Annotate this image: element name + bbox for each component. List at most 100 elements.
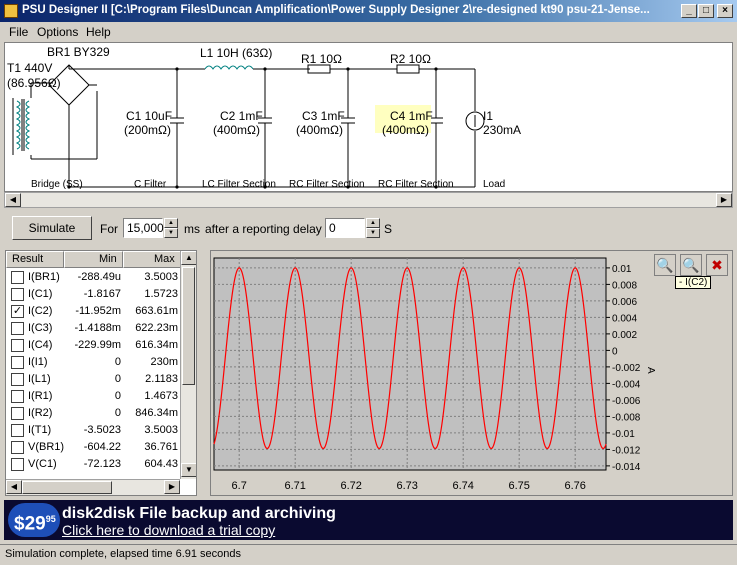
result-checkbox[interactable] bbox=[11, 424, 24, 437]
result-name: I(R2) bbox=[28, 407, 53, 419]
result-max: 2.1183 bbox=[145, 373, 178, 385]
x-tick-label: 6.75 bbox=[508, 480, 529, 492]
scroll-right-button[interactable]: ▶ bbox=[716, 193, 732, 207]
table-scroll-right[interactable]: ▶ bbox=[164, 480, 180, 494]
y-tick-label: -0.002 bbox=[612, 363, 641, 374]
minimize-button[interactable]: _ bbox=[681, 4, 697, 18]
price-badge: $2995 bbox=[8, 503, 60, 537]
delay-down-button[interactable]: ▼ bbox=[366, 228, 380, 238]
delay-up-button[interactable]: ▲ bbox=[366, 218, 380, 228]
result-max: 622.23m bbox=[135, 322, 178, 334]
result-checkbox[interactable] bbox=[11, 373, 24, 386]
x-tick-label: 6.74 bbox=[452, 480, 473, 492]
result-min: 0 bbox=[114, 356, 121, 368]
results-table[interactable]: Result Min Max I(BR1) -288.49u 3.5003 I(C1)… bbox=[5, 250, 197, 496]
table-row[interactable]: I(T1) -3.5023 3.5003 bbox=[6, 422, 181, 439]
result-checkbox[interactable] bbox=[11, 322, 24, 335]
table-scroll-left[interactable]: ◀ bbox=[6, 480, 22, 494]
result-min: -1.4188m bbox=[74, 322, 121, 334]
table-row[interactable]: V(BR1) -604.22 36.761 bbox=[6, 439, 181, 456]
table-row[interactable]: I(I1) 0 230m bbox=[6, 354, 181, 371]
c2-label: C2 1mF bbox=[220, 109, 263, 123]
duration-down-button[interactable]: ▼ bbox=[164, 228, 178, 238]
plot-panel[interactable]: 6.7 6.71 6.72 6.73 6.74 6.75 6.76 0.01 0.008 0.00… bbox=[210, 250, 733, 496]
table-hscroll-thumb[interactable] bbox=[22, 481, 112, 494]
result-checkbox[interactable] bbox=[11, 339, 24, 352]
waveform-chart: 6.7 6.71 6.72 6.73 6.74 6.75 6.76 0.01 0.008 0.00… bbox=[213, 257, 656, 492]
series-tooltip: - I(C2) bbox=[675, 276, 712, 289]
zoom-reset-icon[interactable]: ✖ bbox=[706, 254, 728, 276]
result-checkbox[interactable] bbox=[11, 390, 24, 403]
table-row[interactable]: I(R1) 0 1.4673 bbox=[6, 388, 181, 405]
for-label: For bbox=[100, 222, 118, 236]
c1-esr: (200mΩ) bbox=[124, 123, 171, 137]
result-min: -229.99m bbox=[74, 339, 121, 351]
result-name: I(T1) bbox=[28, 424, 52, 436]
duration-up-button[interactable]: ▲ bbox=[164, 218, 178, 228]
table-row[interactable]: I(L1) 0 2.1183 bbox=[6, 371, 181, 388]
section-rc-filter-1: RC Filter Section bbox=[289, 179, 365, 190]
table-row[interactable]: I(C3) -1.4188m 622.23m bbox=[6, 320, 181, 337]
result-checkbox[interactable] bbox=[11, 288, 24, 301]
y-tick-label: -0.012 bbox=[612, 445, 641, 456]
col-header-result[interactable]: Result bbox=[6, 251, 64, 268]
result-checkbox[interactable] bbox=[11, 441, 24, 454]
t1-resistance: (86.956Ω) bbox=[7, 76, 61, 90]
title-bar[interactable]: PSU Designer II [C:\Program Files\Duncan… bbox=[0, 0, 737, 22]
zoom-in-icon[interactable]: 🔍 bbox=[654, 254, 676, 276]
result-checkbox[interactable]: ✓ bbox=[11, 305, 24, 318]
table-vscrollbar[interactable]: ▲ ▼ bbox=[180, 251, 196, 479]
schematic-scrollbar[interactable]: ◀ ▶ bbox=[4, 192, 733, 208]
c4-label: C4 1mF bbox=[390, 109, 433, 123]
result-max: 3.5003 bbox=[144, 424, 178, 436]
result-name: I(R1) bbox=[28, 390, 53, 402]
l1-label: L1 10H (63Ω) bbox=[200, 46, 273, 60]
result-max: 1.5723 bbox=[144, 288, 178, 300]
result-max: 846.34m bbox=[135, 407, 178, 419]
menu-help[interactable]: Help bbox=[86, 25, 111, 39]
duration-input[interactable]: 15,000 bbox=[123, 218, 164, 238]
table-row[interactable]: I(C4) -229.99m 616.34m bbox=[6, 337, 181, 354]
banner-download-link[interactable]: Click here to download a trial copy bbox=[62, 522, 275, 538]
menu-options[interactable]: Options bbox=[37, 25, 78, 39]
table-scroll-down[interactable]: ▼ bbox=[181, 463, 196, 477]
table-hscrollbar[interactable]: ◀ ▶ bbox=[6, 479, 180, 495]
ad-banner[interactable]: $2995 disk2disk File backup and archivin… bbox=[4, 500, 733, 540]
maximize-button[interactable]: □ bbox=[698, 4, 714, 18]
scroll-left-button[interactable]: ◀ bbox=[5, 193, 21, 207]
t1-label: T1 440V bbox=[7, 61, 53, 75]
col-header-min[interactable]: Min bbox=[64, 251, 123, 268]
result-min: -11.952m bbox=[75, 305, 121, 317]
y-tick-label: 0.004 bbox=[612, 313, 637, 324]
schematic-panel[interactable]: BR1 BY329 T1 440V (86.956Ω) L1 10H (63Ω)… bbox=[4, 42, 733, 192]
table-row[interactable]: V(C1) -72.123 604.43 bbox=[6, 456, 181, 473]
table-scroll-thumb[interactable] bbox=[182, 267, 195, 385]
result-checkbox[interactable] bbox=[11, 271, 24, 284]
section-load: Load bbox=[483, 179, 506, 190]
simulate-button[interactable]: Simulate bbox=[12, 216, 92, 240]
result-name: I(C4) bbox=[28, 339, 53, 351]
y-tick-label: 0.006 bbox=[612, 297, 637, 308]
table-row[interactable]: I(C1) -1.8167 1.5723 bbox=[6, 286, 181, 303]
result-max: 663.61m bbox=[135, 305, 178, 317]
delay-input[interactable]: 0 bbox=[325, 218, 365, 238]
table-row[interactable]: I(R2) 0 846.34m bbox=[6, 405, 181, 422]
i1-current: 230mA bbox=[483, 123, 522, 137]
y-tick-label: -0.01 bbox=[612, 429, 635, 440]
col-header-max[interactable]: Max bbox=[123, 251, 181, 268]
x-tick-label: 6.72 bbox=[340, 480, 361, 492]
table-row[interactable]: ✓ I(C2) -11.952m 663.61m bbox=[6, 303, 181, 320]
r1-label: R1 10Ω bbox=[301, 52, 342, 66]
result-name: I(C1) bbox=[28, 288, 53, 300]
result-checkbox[interactable] bbox=[11, 407, 24, 420]
table-row[interactable]: I(BR1) -288.49u 3.5003 bbox=[6, 269, 181, 286]
result-checkbox[interactable] bbox=[11, 356, 24, 369]
table-scroll-up[interactable]: ▲ bbox=[181, 251, 196, 265]
r2-label: R2 10Ω bbox=[390, 52, 431, 66]
section-bridge: Bridge (SS) bbox=[31, 179, 83, 190]
close-button[interactable]: × bbox=[717, 4, 733, 18]
plot-area bbox=[213, 257, 607, 471]
result-checkbox[interactable] bbox=[11, 458, 24, 471]
menu-file[interactable]: File bbox=[9, 25, 28, 39]
zoom-out-icon[interactable]: 🔍 bbox=[680, 254, 702, 276]
